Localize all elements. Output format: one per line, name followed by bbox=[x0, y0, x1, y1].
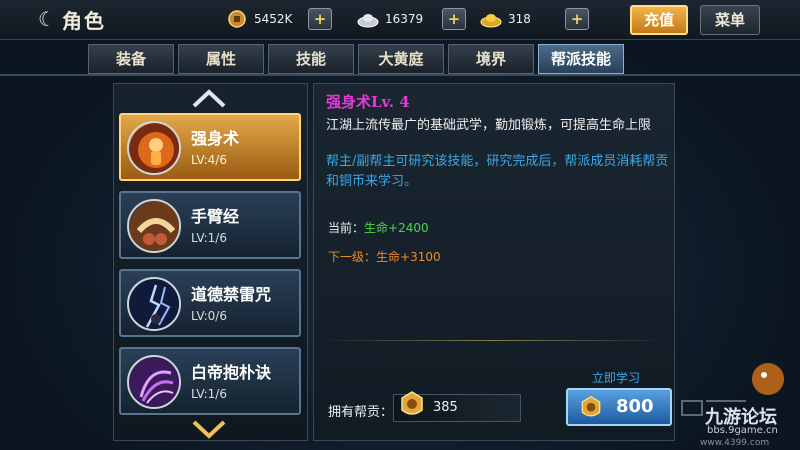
skill-name: 道德禁雷咒 bbox=[191, 285, 272, 304]
next-level-value: 生命+3100 bbox=[376, 250, 441, 264]
skill-item-qiang-shen-shu[interactable]: 强身术 LV:4/6 bbox=[119, 113, 301, 181]
silver-ingot-resource: 16379 bbox=[357, 8, 423, 30]
contribution-label: 拥有帮贡： bbox=[328, 405, 394, 420]
skill-name: 强身术 bbox=[191, 129, 240, 148]
detail-divider bbox=[320, 340, 670, 341]
skill-description: 江湖上流传最广的基础武学，勤加锻炼，可提高生命上限 bbox=[326, 118, 652, 133]
current-effect-value: 生命+2400 bbox=[364, 221, 429, 235]
add-gold-button[interactable]: + bbox=[565, 8, 589, 30]
add-copper-button[interactable]: + bbox=[308, 8, 332, 30]
watermark-url-secondary: www.4399.com bbox=[700, 438, 770, 448]
menu-button[interactable]: 菜单 bbox=[700, 5, 760, 35]
skill-level: LV:0/6 bbox=[191, 309, 227, 323]
tab-attributes[interactable]: 属性 bbox=[178, 44, 264, 74]
page-title: 角色 bbox=[61, 8, 106, 33]
skill-name: 手臂经 bbox=[191, 207, 240, 226]
skill-item-bai-di-bao-pu-jue[interactable]: 白帝抱朴诀 LV:1/6 bbox=[119, 347, 301, 415]
tab-guild-skills[interactable]: 帮派技能 bbox=[538, 44, 624, 74]
gold-ingot-icon bbox=[480, 14, 502, 28]
back-arrow-icon: ☾ bbox=[38, 7, 56, 31]
add-silver-button[interactable]: + bbox=[442, 8, 466, 30]
skill-level: LV:4/6 bbox=[191, 153, 227, 167]
back-button[interactable]: ☾ 角色 bbox=[38, 4, 128, 34]
skill-level: LV:1/6 bbox=[191, 387, 227, 401]
current-effect: 当前：生命+2400 bbox=[328, 219, 429, 236]
fire-spirit-icon bbox=[127, 121, 181, 175]
copper-coin-icon bbox=[228, 10, 246, 28]
skill-detail-title: 强身术Lv. 4 bbox=[326, 93, 410, 111]
skill-item-dao-de-jin-lei-zhou[interactable]: 道德禁雷咒 LV:0/6 bbox=[119, 269, 301, 337]
tab-skills[interactable]: 技能 bbox=[268, 44, 354, 74]
tab-divider bbox=[0, 74, 800, 76]
copper-coin-value: 5452K bbox=[254, 12, 293, 26]
scroll-down-arrow-icon[interactable] bbox=[190, 418, 228, 442]
guild-contribution-icon bbox=[401, 391, 423, 415]
next-level-label: 下一级： bbox=[328, 250, 377, 264]
skill-item-shou-bi-jing[interactable]: 手臂经 LV:1/6 bbox=[119, 191, 301, 259]
contribution-value: 385 bbox=[433, 400, 458, 415]
tab-bar: 装备 属性 技能 大黄庭 境界 帮派技能 bbox=[88, 44, 624, 74]
learn-cost: 800 bbox=[616, 396, 654, 417]
tab-equipment[interactable]: 装备 bbox=[88, 44, 174, 74]
guild-contribution-icon bbox=[581, 395, 601, 417]
skill-name: 白帝抱朴诀 bbox=[191, 363, 272, 382]
gold-ingot-resource: 318 bbox=[480, 8, 531, 30]
learn-now-label: 立即学习 bbox=[592, 371, 641, 385]
skill-level: LV:1/6 bbox=[191, 231, 227, 245]
fist-icon bbox=[127, 199, 181, 253]
watermark-url: bbs.9game.cn bbox=[707, 425, 778, 436]
current-effect-label: 当前： bbox=[328, 221, 365, 235]
copper-coin-resource: 5452K bbox=[226, 8, 292, 30]
purple-swirl-icon bbox=[127, 355, 181, 409]
tab-da-huang-ting[interactable]: 大黄庭 bbox=[358, 44, 444, 74]
silver-ingot-value: 16379 bbox=[385, 12, 424, 26]
skill-note: 帮主/副帮主可研究该技能，研究完成后，帮派成员消耗帮贡和铜币来学习。 bbox=[326, 154, 669, 189]
recharge-button[interactable]: 充值 bbox=[630, 5, 688, 35]
next-level-effect: 下一级：生命+3100 bbox=[328, 248, 441, 265]
tab-realm[interactable]: 境界 bbox=[448, 44, 534, 74]
gold-ingot-value: 318 bbox=[508, 12, 531, 26]
lightning-icon bbox=[127, 277, 181, 331]
scroll-up-arrow-icon[interactable] bbox=[190, 86, 228, 110]
learn-now-button[interactable]: 800 bbox=[566, 388, 672, 426]
silver-ingot-icon bbox=[357, 14, 379, 28]
